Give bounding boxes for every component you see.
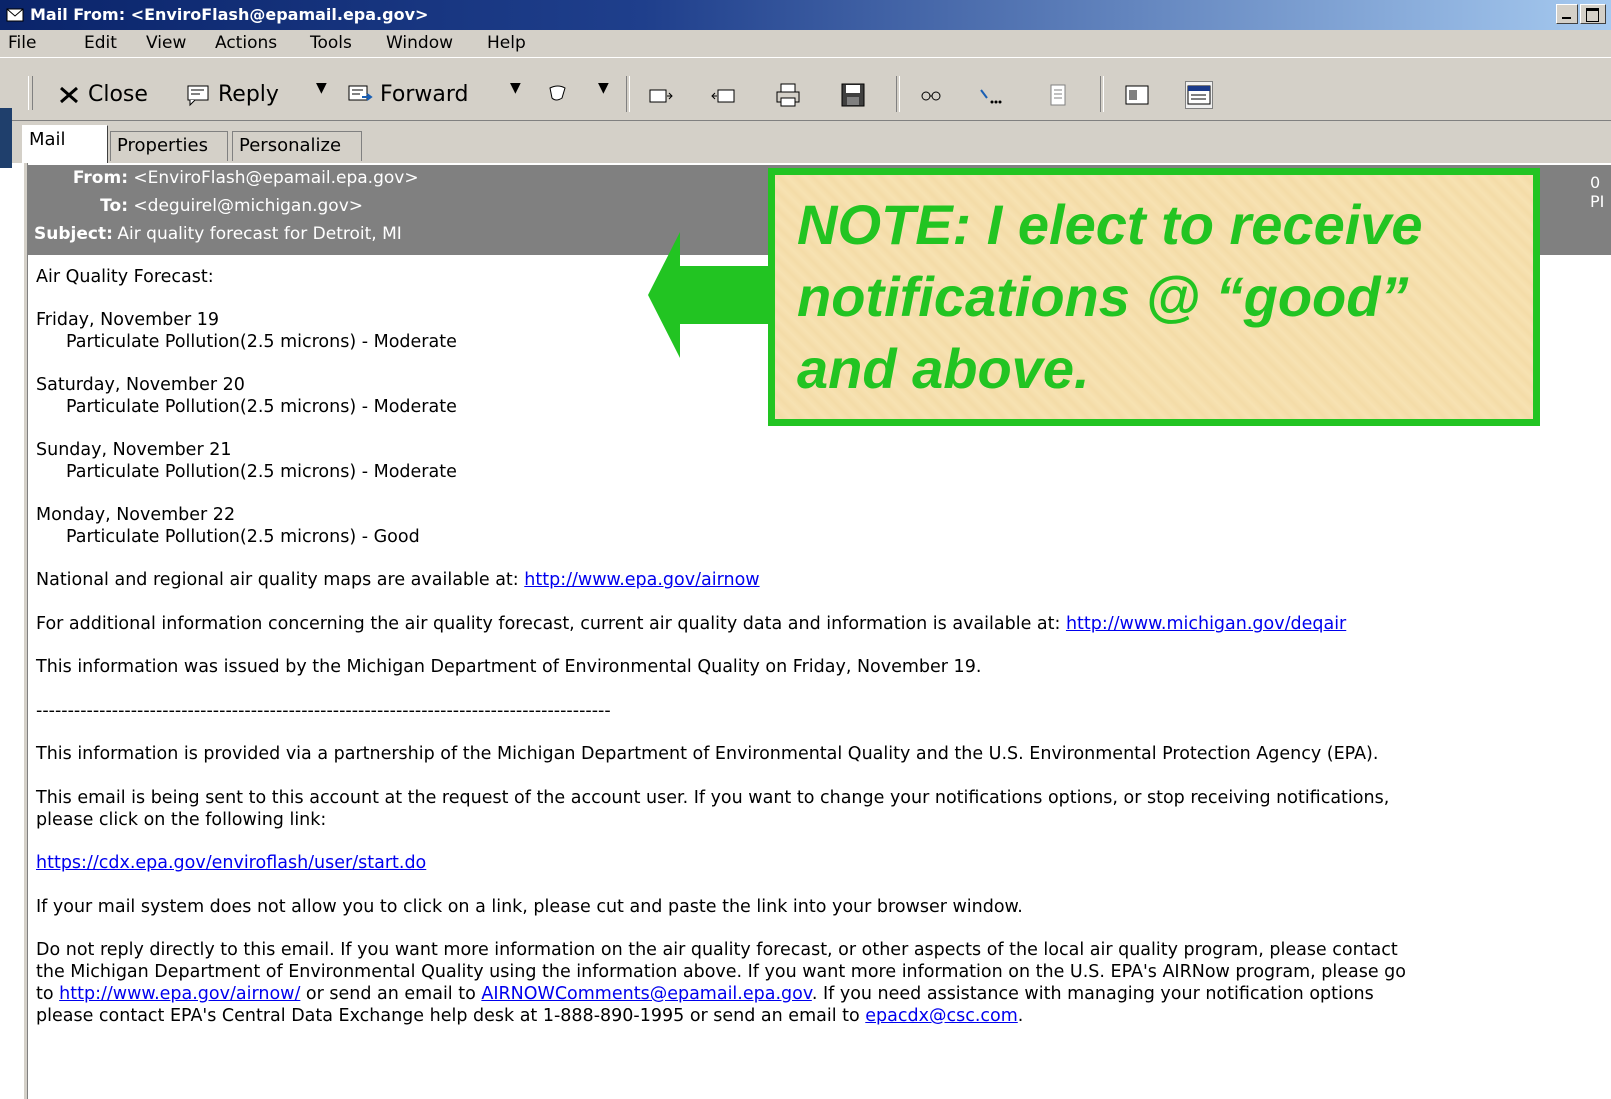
menu-edit[interactable]: Edit: [84, 30, 117, 57]
menu-window[interactable]: Window: [386, 30, 453, 57]
additional-info-line: For additional information concerning th…: [36, 613, 1346, 635]
forward-icon: [348, 85, 373, 101]
noreply-line-1: Do not reply directly to this email. If …: [36, 940, 1398, 960]
menu-view[interactable]: View: [146, 30, 186, 57]
tab-personalize[interactable]: Personalize: [232, 131, 362, 161]
tab-mail[interactable]: Mail: [22, 125, 108, 163]
previous-item-icon[interactable]: [710, 82, 736, 108]
forward-label: Forward: [380, 82, 469, 107]
print-icon[interactable]: [775, 82, 801, 108]
tab-bar: Mail Properties Personalize: [0, 121, 1611, 165]
window-title: Mail From: <EnviroFlash@epamail.epa.gov>: [30, 5, 429, 24]
reply-dropdown-icon[interactable]: ▼: [316, 80, 327, 96]
note-callout: NOTE: I elect to receive notifications @…: [768, 168, 1540, 426]
divider-line: ----------------------------------------…: [36, 701, 611, 721]
from-value[interactable]: <EnviroFlash@epamail.epa.gov>: [133, 168, 418, 188]
epacdx-email-link[interactable]: epacdx@csc.com: [865, 1006, 1017, 1026]
note-line-2: notifications @ “good”: [797, 265, 1409, 328]
menu-help[interactable]: Help: [487, 30, 526, 57]
forecast-intro: Air Quality Forecast:: [36, 267, 214, 287]
preview-pane-icon[interactable]: [1185, 81, 1213, 109]
date-fragment: 0 PI: [1590, 173, 1605, 211]
noreply-text: please contact EPA's Central Data Exchan…: [36, 1006, 866, 1026]
noreply-line-2: the Michigan Department of Environmental…: [36, 962, 1406, 982]
additional-text: For additional information concerning th…: [36, 614, 1066, 634]
reply-icon: [187, 85, 209, 107]
toolbar-grip[interactable]: [28, 76, 33, 110]
partnership-line: This information is provided via a partn…: [36, 744, 1379, 764]
view-icon[interactable]: [1124, 82, 1150, 108]
green-arrow-icon: [648, 232, 788, 358]
slide-accent-bar: [0, 108, 12, 168]
flag-icon[interactable]: [545, 82, 571, 108]
address-book-icon[interactable]: [918, 82, 944, 108]
forecast-detail: Particulate Pollution(2.5 microns) - Mod…: [66, 462, 457, 482]
issued-line: This information was issued by the Michi…: [36, 657, 982, 677]
forecast-detail: Particulate Pollution(2.5 microns) - Goo…: [66, 527, 420, 547]
reply-label: Reply: [218, 82, 279, 107]
to-label: To:: [100, 196, 128, 216]
forecast-detail: Particulate Pollution(2.5 microns) - Mod…: [66, 332, 457, 352]
menu-tools[interactable]: Tools: [310, 30, 352, 57]
close-icon: [60, 86, 78, 104]
window-left-border: [24, 163, 28, 1099]
sent-line-2: please click on the following link:: [36, 810, 327, 830]
menu-file[interactable]: File: [8, 30, 36, 57]
save-icon[interactable]: [840, 82, 866, 108]
forward-button[interactable]: Forward: [348, 78, 468, 112]
toolbar: Close Reply ▼ Forward ▼ ▼: [0, 57, 1611, 121]
noreply-text: . If you need assistance with managing y…: [811, 984, 1374, 1004]
check-names-icon[interactable]: [978, 82, 1004, 108]
forecast-detail: Particulate Pollution(2.5 microns) - Mod…: [66, 397, 457, 417]
title-bar: Mail From: <EnviroFlash@epamail.epa.gov>: [0, 0, 1611, 30]
note-line-1: NOTE: I elect to receive: [797, 193, 1423, 256]
message-options-icon[interactable]: [1045, 82, 1071, 108]
minimize-button[interactable]: [1556, 4, 1578, 24]
toolbar-separator: [896, 76, 900, 112]
to-value[interactable]: <deguirel@michigan.gov>: [133, 196, 363, 216]
reply-button[interactable]: Reply: [186, 78, 279, 112]
noreply-line-3: to http://www.epa.gov/airnow/ or send an…: [36, 983, 1374, 1005]
airnow-slash-link[interactable]: http://www.epa.gov/airnow/: [59, 984, 300, 1004]
noreply-text: to: [36, 984, 60, 1004]
airnow-comments-email-link[interactable]: AIRNOWComments@epamail.epa.gov: [481, 984, 811, 1004]
close-button[interactable]: Close: [56, 78, 148, 112]
noreply-text: or send an email to: [300, 984, 482, 1004]
forecast-day: Sunday, November 21: [36, 440, 232, 460]
forecast-day: Saturday, November 20: [36, 375, 245, 395]
from-label: From:: [72, 168, 128, 188]
maximize-button[interactable]: [1580, 4, 1606, 24]
mail-app-icon: [6, 8, 24, 22]
deqair-link[interactable]: http://www.michigan.gov/deqair: [1066, 614, 1346, 634]
tab-properties[interactable]: Properties: [110, 131, 228, 161]
noreply-text: .: [1017, 1006, 1024, 1026]
enviroflash-start-link[interactable]: https://cdx.epa.gov/enviroflash/user/sta…: [36, 853, 426, 873]
maps-line: National and regional air quality maps a…: [36, 569, 760, 591]
subject-value: Air quality forecast for Detroit, MI: [117, 224, 402, 244]
forecast-day: Monday, November 22: [36, 505, 236, 525]
noreply-line-4: please contact EPA's Central Data Exchan…: [36, 1005, 1023, 1027]
close-label: Close: [88, 82, 148, 107]
maps-text: National and regional air quality maps a…: [36, 570, 525, 590]
menu-actions[interactable]: Actions: [215, 30, 277, 57]
menu-bar: File Edit View Actions Tools Window Help: [0, 30, 1611, 57]
note-line-3: and above.: [797, 337, 1090, 400]
toolbar-separator: [626, 76, 630, 112]
toolbar-separator: [1100, 76, 1104, 112]
airnow-link[interactable]: http://www.epa.gov/airnow: [524, 570, 759, 590]
next-item-icon[interactable]: [648, 82, 674, 108]
forecast-day: Friday, November 19: [36, 310, 220, 330]
forward-dropdown-icon[interactable]: ▼: [510, 80, 521, 96]
paste-line: If your mail system does not allow you t…: [36, 897, 1023, 917]
flag-dropdown-icon[interactable]: ▼: [598, 80, 609, 96]
start-link-line: https://cdx.epa.gov/enviroflash/user/sta…: [36, 852, 426, 874]
sent-line-1: This email is being sent to this account…: [36, 788, 1390, 808]
